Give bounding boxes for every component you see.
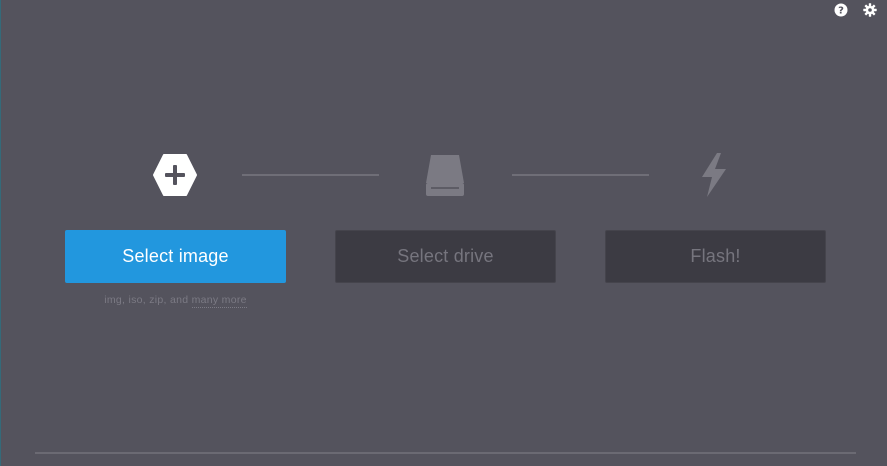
header-toolbar: ? <box>833 2 877 17</box>
steps-progress <box>0 150 887 200</box>
many-more-link[interactable]: many more <box>191 294 247 308</box>
step-connector <box>512 174 649 176</box>
footer-divider <box>35 452 856 454</box>
help-icon[interactable]: ? <box>833 2 848 17</box>
app-window: ? Select image Select drive Flash! img, … <box>0 0 887 466</box>
select-drive-button[interactable]: Select drive <box>335 230 556 283</box>
hard-drive-icon <box>420 150 470 200</box>
supported-formats-hint: img, iso, zip, and many more <box>65 294 286 308</box>
select-image-button[interactable]: Select image <box>65 230 286 283</box>
step-connector <box>242 174 379 176</box>
svg-text:?: ? <box>838 5 844 16</box>
flash-button[interactable]: Flash! <box>605 230 826 283</box>
lightning-bolt-icon <box>689 150 739 200</box>
plus-hexagon-icon <box>150 150 200 200</box>
gear-icon[interactable] <box>862 2 877 17</box>
supported-formats-text: img, iso, zip, and <box>104 294 192 306</box>
window-edge <box>0 0 1 466</box>
